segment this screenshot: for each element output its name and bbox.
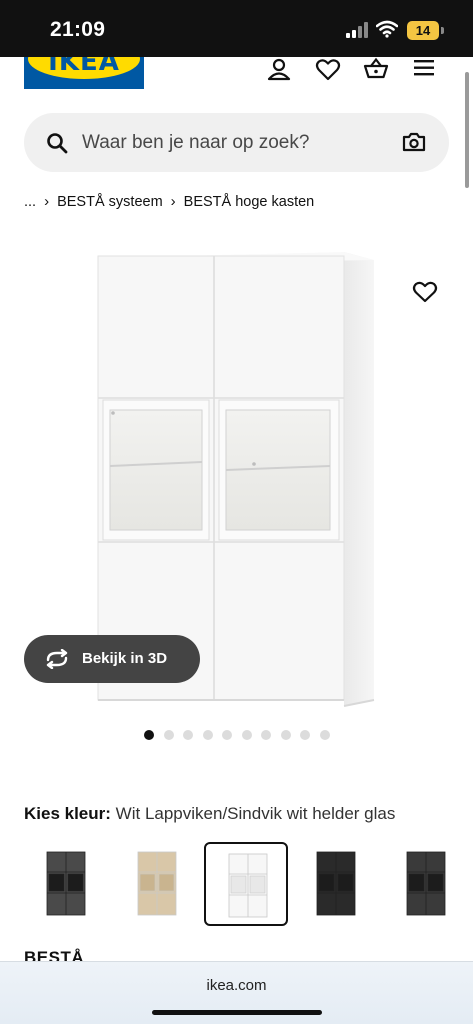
gallery-dot[interactable] [261,730,271,740]
chevron-right-icon: › [170,193,176,210]
gallery-dot[interactable] [300,730,310,740]
search-input[interactable]: Waar ben je naar op zoek? [82,132,309,154]
signal-icon [346,22,370,38]
breadcrumb: ... › BESTÅ systeem › BESTÅ hoge kasten [24,193,314,210]
swatch-thumbnail [406,851,446,916]
browser-url-bar[interactable]: ikea.com [0,961,473,1024]
search-bar[interactable]: Waar ben je naar op zoek? [24,113,449,172]
status-time: 21:09 [50,18,106,41]
product-name: BESTÅ [24,948,85,962]
breadcrumb-ellipsis[interactable]: ... [24,194,36,210]
breadcrumb-item-besta-systeem[interactable]: BESTÅ systeem [57,194,163,210]
color-swatch-dark-grey-glass[interactable] [384,842,468,926]
account-icon[interactable] [266,57,292,83]
view-3d-button[interactable]: Bekijk in 3D [24,635,200,683]
rotate-3d-icon [46,649,68,669]
battery-tip [441,27,444,34]
site-header: IKEA [0,57,473,97]
color-label: Kies kleur: [24,804,111,823]
home-indicator[interactable] [152,1010,322,1015]
battery-icon: 14 [407,21,439,40]
favourite-heart-icon[interactable] [412,280,438,304]
gallery-dot[interactable] [183,730,193,740]
chevron-right-icon: › [44,193,50,210]
selected-color: Wit Lappviken/Sindvik wit helder glas [115,804,396,823]
color-swatches [0,842,473,928]
page-scrollbar[interactable] [465,72,469,188]
url-text[interactable]: ikea.com [0,977,473,994]
gallery-dot[interactable] [163,730,174,740]
color-swatch-white[interactable] [204,842,288,926]
breadcrumb-item-besta-hoge-kasten[interactable]: BESTÅ hoge kasten [184,194,315,210]
swatch-thumbnail [137,851,177,916]
gallery-dot[interactable] [319,730,330,740]
gallery-dot[interactable] [280,730,291,740]
camera-icon[interactable] [402,131,426,153]
gallery-dot[interactable] [144,730,154,740]
color-swatch-black-brown[interactable] [294,842,378,926]
color-swatch-dark-grey[interactable] [24,842,108,926]
gallery-dot[interactable] [222,730,232,740]
swatch-thumbnail [228,853,268,918]
gallery-dot[interactable] [202,730,213,740]
swatch-thumbnail [46,851,86,916]
view-3d-label: Bekijk in 3D [82,650,168,667]
swatch-thumbnail [316,851,356,916]
search-icon [47,133,68,154]
color-selector-label: Kies kleur: Wit Lappviken/Sindvik wit he… [24,804,395,824]
ikea-logo[interactable]: IKEA [24,57,144,89]
logo-text: IKEA [48,57,120,77]
menu-icon[interactable] [412,57,438,83]
basket-icon[interactable] [363,57,389,83]
gallery-dot[interactable] [241,730,252,740]
color-swatch-oak-effect[interactable] [115,842,199,926]
heart-icon[interactable] [315,57,341,83]
wifi-icon [376,20,398,38]
status-bar: 21:09 14 [0,0,473,57]
